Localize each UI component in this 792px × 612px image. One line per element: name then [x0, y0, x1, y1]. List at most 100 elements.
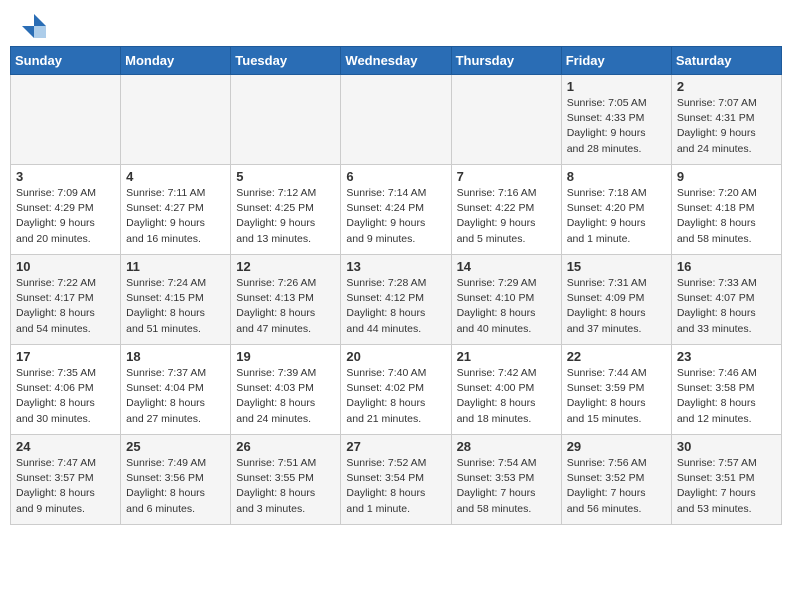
- day-number: 11: [126, 259, 225, 274]
- calendar-header: SundayMondayTuesdayWednesdayThursdayFrid…: [11, 47, 782, 75]
- calendar-cell: 11 Sunrise: 7:24 AM Sunset: 4:15 PM Dayli…: [121, 255, 231, 345]
- header-day: Monday: [121, 47, 231, 75]
- calendar-cell: 28Sunrise: 7:54 AM Sunset: 3:53 PM Dayli…: [451, 435, 561, 525]
- header-row: SundayMondayTuesdayWednesdayThursdayFrid…: [11, 47, 782, 75]
- day-info: Sunrise: 7:33 AM Sunset: 4:07 PM Dayligh…: [677, 276, 776, 337]
- calendar-cell: 24 Sunrise: 7:47 AM Sunset: 3:57 PM Dayli…: [11, 435, 121, 525]
- day-info: Sunrise: 7:28 AM Sunset: 4:12 PM Dayligh…: [346, 276, 445, 337]
- day-info: Sunrise: 7:05 AM Sunset: 4:33 PM Dayligh…: [567, 96, 666, 157]
- calendar-cell: 18 Sunrise: 7:37 AM Sunset: 4:04 PM Dayli…: [121, 345, 231, 435]
- day-info: Sunrise: 7:56 AM Sunset: 3:52 PM Dayligh…: [567, 456, 666, 517]
- calendar-cell: 10 Sunrise: 7:22 AM Sunset: 4:17 PM Dayli…: [11, 255, 121, 345]
- day-number: 4: [126, 169, 225, 184]
- calendar-cell: 30 Sunrise: 7:57 AM Sunset: 3:51 PM Dayli…: [671, 435, 781, 525]
- day-number: 3: [16, 169, 115, 184]
- day-number: 21: [457, 349, 556, 364]
- calendar-cell: 21 Sunrise: 7:42 AM Sunset: 4:00 PM Dayli…: [451, 345, 561, 435]
- day-info: Sunrise: 7:14 AM Sunset: 4:24 PM Dayligh…: [346, 186, 445, 247]
- day-info: Sunrise: 7:31 AM Sunset: 4:09 PM Dayligh…: [567, 276, 666, 337]
- header-day: Sunday: [11, 47, 121, 75]
- day-number: 27: [346, 439, 445, 454]
- calendar-cell: [231, 75, 341, 165]
- day-number: 16: [677, 259, 776, 274]
- calendar-cell: 12Sunrise: 7:26 AM Sunset: 4:13 PM Dayli…: [231, 255, 341, 345]
- calendar-cell: 9 Sunrise: 7:20 AM Sunset: 4:18 PM Daylig…: [671, 165, 781, 255]
- day-info: Sunrise: 7:40 AM Sunset: 4:02 PM Dayligh…: [346, 366, 445, 427]
- calendar: SundayMondayTuesdayWednesdayThursdayFrid…: [0, 46, 792, 535]
- calendar-cell: 14 Sunrise: 7:29 AM Sunset: 4:10 PM Dayli…: [451, 255, 561, 345]
- calendar-cell: 6 Sunrise: 7:14 AM Sunset: 4:24 PM Daylig…: [341, 165, 451, 255]
- calendar-week: 10 Sunrise: 7:22 AM Sunset: 4:17 PM Dayli…: [11, 255, 782, 345]
- day-info: Sunrise: 7:11 AM Sunset: 4:27 PM Dayligh…: [126, 186, 225, 247]
- calendar-week: 3Sunrise: 7:09 AM Sunset: 4:29 PM Daylig…: [11, 165, 782, 255]
- day-number: 9: [677, 169, 776, 184]
- calendar-body: 1 Sunrise: 7:05 AM Sunset: 4:33 PM Daylig…: [11, 75, 782, 525]
- day-info: Sunrise: 7:29 AM Sunset: 4:10 PM Dayligh…: [457, 276, 556, 337]
- day-number: 18: [126, 349, 225, 364]
- calendar-week: 1 Sunrise: 7:05 AM Sunset: 4:33 PM Daylig…: [11, 75, 782, 165]
- day-info: Sunrise: 7:39 AM Sunset: 4:03 PM Dayligh…: [236, 366, 335, 427]
- day-number: 6: [346, 169, 445, 184]
- day-number: 29: [567, 439, 666, 454]
- calendar-cell: 27 Sunrise: 7:52 AM Sunset: 3:54 PM Dayli…: [341, 435, 451, 525]
- header-day: Thursday: [451, 47, 561, 75]
- calendar-cell: [11, 75, 121, 165]
- day-info: Sunrise: 7:47 AM Sunset: 3:57 PM Dayligh…: [16, 456, 115, 517]
- calendar-cell: 2Sunrise: 7:07 AM Sunset: 4:31 PM Daylig…: [671, 75, 781, 165]
- day-info: Sunrise: 7:46 AM Sunset: 3:58 PM Dayligh…: [677, 366, 776, 427]
- day-info: Sunrise: 7:16 AM Sunset: 4:22 PM Dayligh…: [457, 186, 556, 247]
- logo-icon: [20, 12, 48, 40]
- day-number: 26: [236, 439, 335, 454]
- calendar-cell: 23Sunrise: 7:46 AM Sunset: 3:58 PM Dayli…: [671, 345, 781, 435]
- day-number: 10: [16, 259, 115, 274]
- day-info: Sunrise: 7:37 AM Sunset: 4:04 PM Dayligh…: [126, 366, 225, 427]
- day-number: 24: [16, 439, 115, 454]
- calendar-cell: 22 Sunrise: 7:44 AM Sunset: 3:59 PM Dayli…: [561, 345, 671, 435]
- day-number: 20: [346, 349, 445, 364]
- day-number: 30: [677, 439, 776, 454]
- calendar-cell: 16 Sunrise: 7:33 AM Sunset: 4:07 PM Dayli…: [671, 255, 781, 345]
- day-info: Sunrise: 7:20 AM Sunset: 4:18 PM Dayligh…: [677, 186, 776, 247]
- day-info: Sunrise: 7:54 AM Sunset: 3:53 PM Dayligh…: [457, 456, 556, 517]
- day-number: 5: [236, 169, 335, 184]
- calendar-cell: 8Sunrise: 7:18 AM Sunset: 4:20 PM Daylig…: [561, 165, 671, 255]
- calendar-cell: 25 Sunrise: 7:49 AM Sunset: 3:56 PM Dayli…: [121, 435, 231, 525]
- calendar-cell: 17 Sunrise: 7:35 AM Sunset: 4:06 PM Dayli…: [11, 345, 121, 435]
- calendar-cell: 19 Sunrise: 7:39 AM Sunset: 4:03 PM Dayli…: [231, 345, 341, 435]
- day-number: 22: [567, 349, 666, 364]
- header-day: Friday: [561, 47, 671, 75]
- header-day: Tuesday: [231, 47, 341, 75]
- calendar-cell: 15 Sunrise: 7:31 AM Sunset: 4:09 PM Dayli…: [561, 255, 671, 345]
- day-number: 19: [236, 349, 335, 364]
- day-number: 25: [126, 439, 225, 454]
- calendar-cell: 1 Sunrise: 7:05 AM Sunset: 4:33 PM Daylig…: [561, 75, 671, 165]
- calendar-week: 24 Sunrise: 7:47 AM Sunset: 3:57 PM Dayli…: [11, 435, 782, 525]
- day-info: Sunrise: 7:18 AM Sunset: 4:20 PM Dayligh…: [567, 186, 666, 247]
- day-info: Sunrise: 7:12 AM Sunset: 4:25 PM Dayligh…: [236, 186, 335, 247]
- day-number: 17: [16, 349, 115, 364]
- day-info: Sunrise: 7:51 AM Sunset: 3:55 PM Dayligh…: [236, 456, 335, 517]
- day-number: 1: [567, 79, 666, 94]
- calendar-cell: [121, 75, 231, 165]
- day-number: 7: [457, 169, 556, 184]
- day-info: Sunrise: 7:44 AM Sunset: 3:59 PM Dayligh…: [567, 366, 666, 427]
- day-info: Sunrise: 7:42 AM Sunset: 4:00 PM Dayligh…: [457, 366, 556, 427]
- day-info: Sunrise: 7:26 AM Sunset: 4:13 PM Dayligh…: [236, 276, 335, 337]
- calendar-cell: 13 Sunrise: 7:28 AM Sunset: 4:12 PM Dayli…: [341, 255, 451, 345]
- page-header: [0, 0, 792, 46]
- calendar-cell: 7 Sunrise: 7:16 AM Sunset: 4:22 PM Daylig…: [451, 165, 561, 255]
- day-number: 14: [457, 259, 556, 274]
- day-info: Sunrise: 7:52 AM Sunset: 3:54 PM Dayligh…: [346, 456, 445, 517]
- day-number: 2: [677, 79, 776, 94]
- calendar-table: SundayMondayTuesdayWednesdayThursdayFrid…: [10, 46, 782, 525]
- day-info: Sunrise: 7:35 AM Sunset: 4:06 PM Dayligh…: [16, 366, 115, 427]
- day-info: Sunrise: 7:24 AM Sunset: 4:15 PM Dayligh…: [126, 276, 225, 337]
- day-info: Sunrise: 7:22 AM Sunset: 4:17 PM Dayligh…: [16, 276, 115, 337]
- calendar-cell: 3Sunrise: 7:09 AM Sunset: 4:29 PM Daylig…: [11, 165, 121, 255]
- day-number: 13: [346, 259, 445, 274]
- day-number: 15: [567, 259, 666, 274]
- day-info: Sunrise: 7:57 AM Sunset: 3:51 PM Dayligh…: [677, 456, 776, 517]
- header-day: Wednesday: [341, 47, 451, 75]
- day-info: Sunrise: 7:49 AM Sunset: 3:56 PM Dayligh…: [126, 456, 225, 517]
- calendar-cell: 20 Sunrise: 7:40 AM Sunset: 4:02 PM Dayli…: [341, 345, 451, 435]
